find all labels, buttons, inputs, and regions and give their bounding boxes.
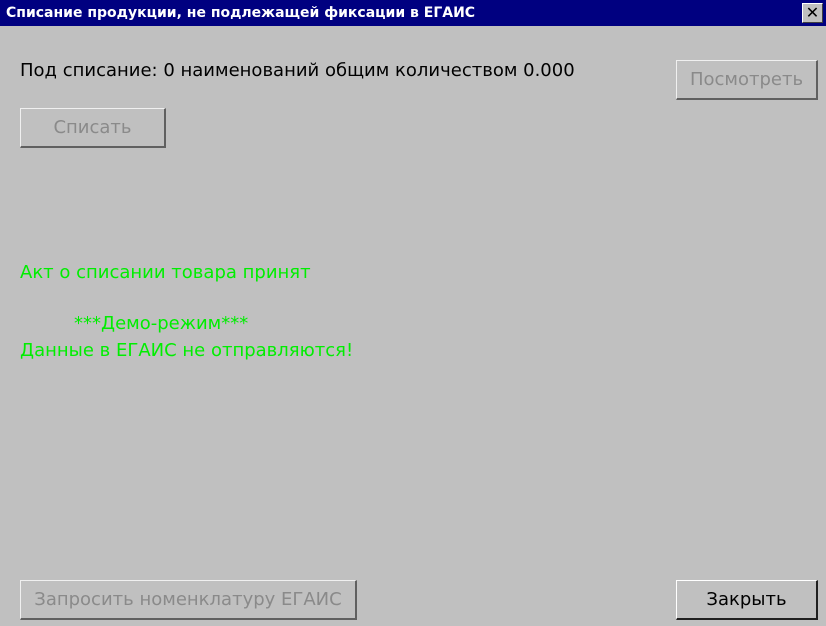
request-nomenclature-button[interactable]: Запросить номенклатуру ЕГАИС xyxy=(20,580,357,620)
writeoff-dialog: Списание продукции, не подлежащей фиксац… xyxy=(0,0,826,626)
close-icon[interactable]: ✕ xyxy=(802,3,823,23)
writeoff-button[interactable]: Списать xyxy=(20,108,166,148)
writeoff-summary: Под списание: 0 наименований общим колич… xyxy=(20,60,575,81)
window-title: Списание продукции, не подлежащей фиксац… xyxy=(6,5,476,21)
status-message-not-sent: Данные в ЕГАИС не отправляются! xyxy=(20,340,354,361)
close-button[interactable]: Закрыть xyxy=(676,580,818,620)
status-message-demo: ***Демо-режим*** xyxy=(74,313,249,334)
title-bar: Списание продукции, не подлежащей фиксац… xyxy=(0,0,826,26)
view-button[interactable]: Посмотреть xyxy=(676,60,818,100)
status-message-accepted: Акт о списании товара принят xyxy=(20,262,311,283)
